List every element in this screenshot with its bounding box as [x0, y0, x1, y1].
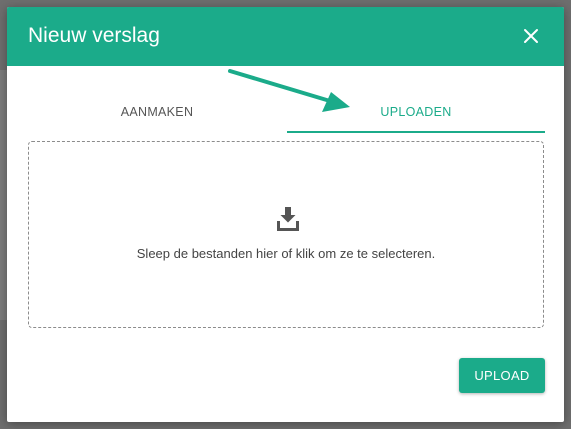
dialog-header: Nieuw verslag [7, 7, 564, 66]
new-report-dialog: Nieuw verslag AANMAKEN UPLOADEN Sleep de… [7, 7, 564, 422]
file-dropzone[interactable]: Sleep de bestanden hier of klik om ze te… [28, 141, 544, 328]
dialog-title: Nieuw verslag [28, 24, 160, 47]
tab-bar: AANMAKEN UPLOADEN [28, 93, 545, 133]
background-panel-edge [0, 70, 7, 320]
close-button[interactable] [518, 23, 544, 49]
active-tab-indicator [287, 131, 545, 133]
tab-aanmaken-label: AANMAKEN [120, 105, 194, 119]
close-icon [524, 29, 538, 43]
download-tray-icon [277, 207, 299, 231]
dropzone-hint: Sleep de bestanden hier of klik om ze te… [136, 246, 436, 261]
tab-uploaden-label: UPLOADEN [380, 105, 452, 119]
tab-uploaden[interactable]: UPLOADEN [287, 93, 545, 131]
tab-aanmaken[interactable]: AANMAKEN [28, 93, 286, 131]
upload-button-label: UPLOAD [474, 368, 530, 383]
upload-button[interactable]: UPLOAD [459, 358, 545, 393]
